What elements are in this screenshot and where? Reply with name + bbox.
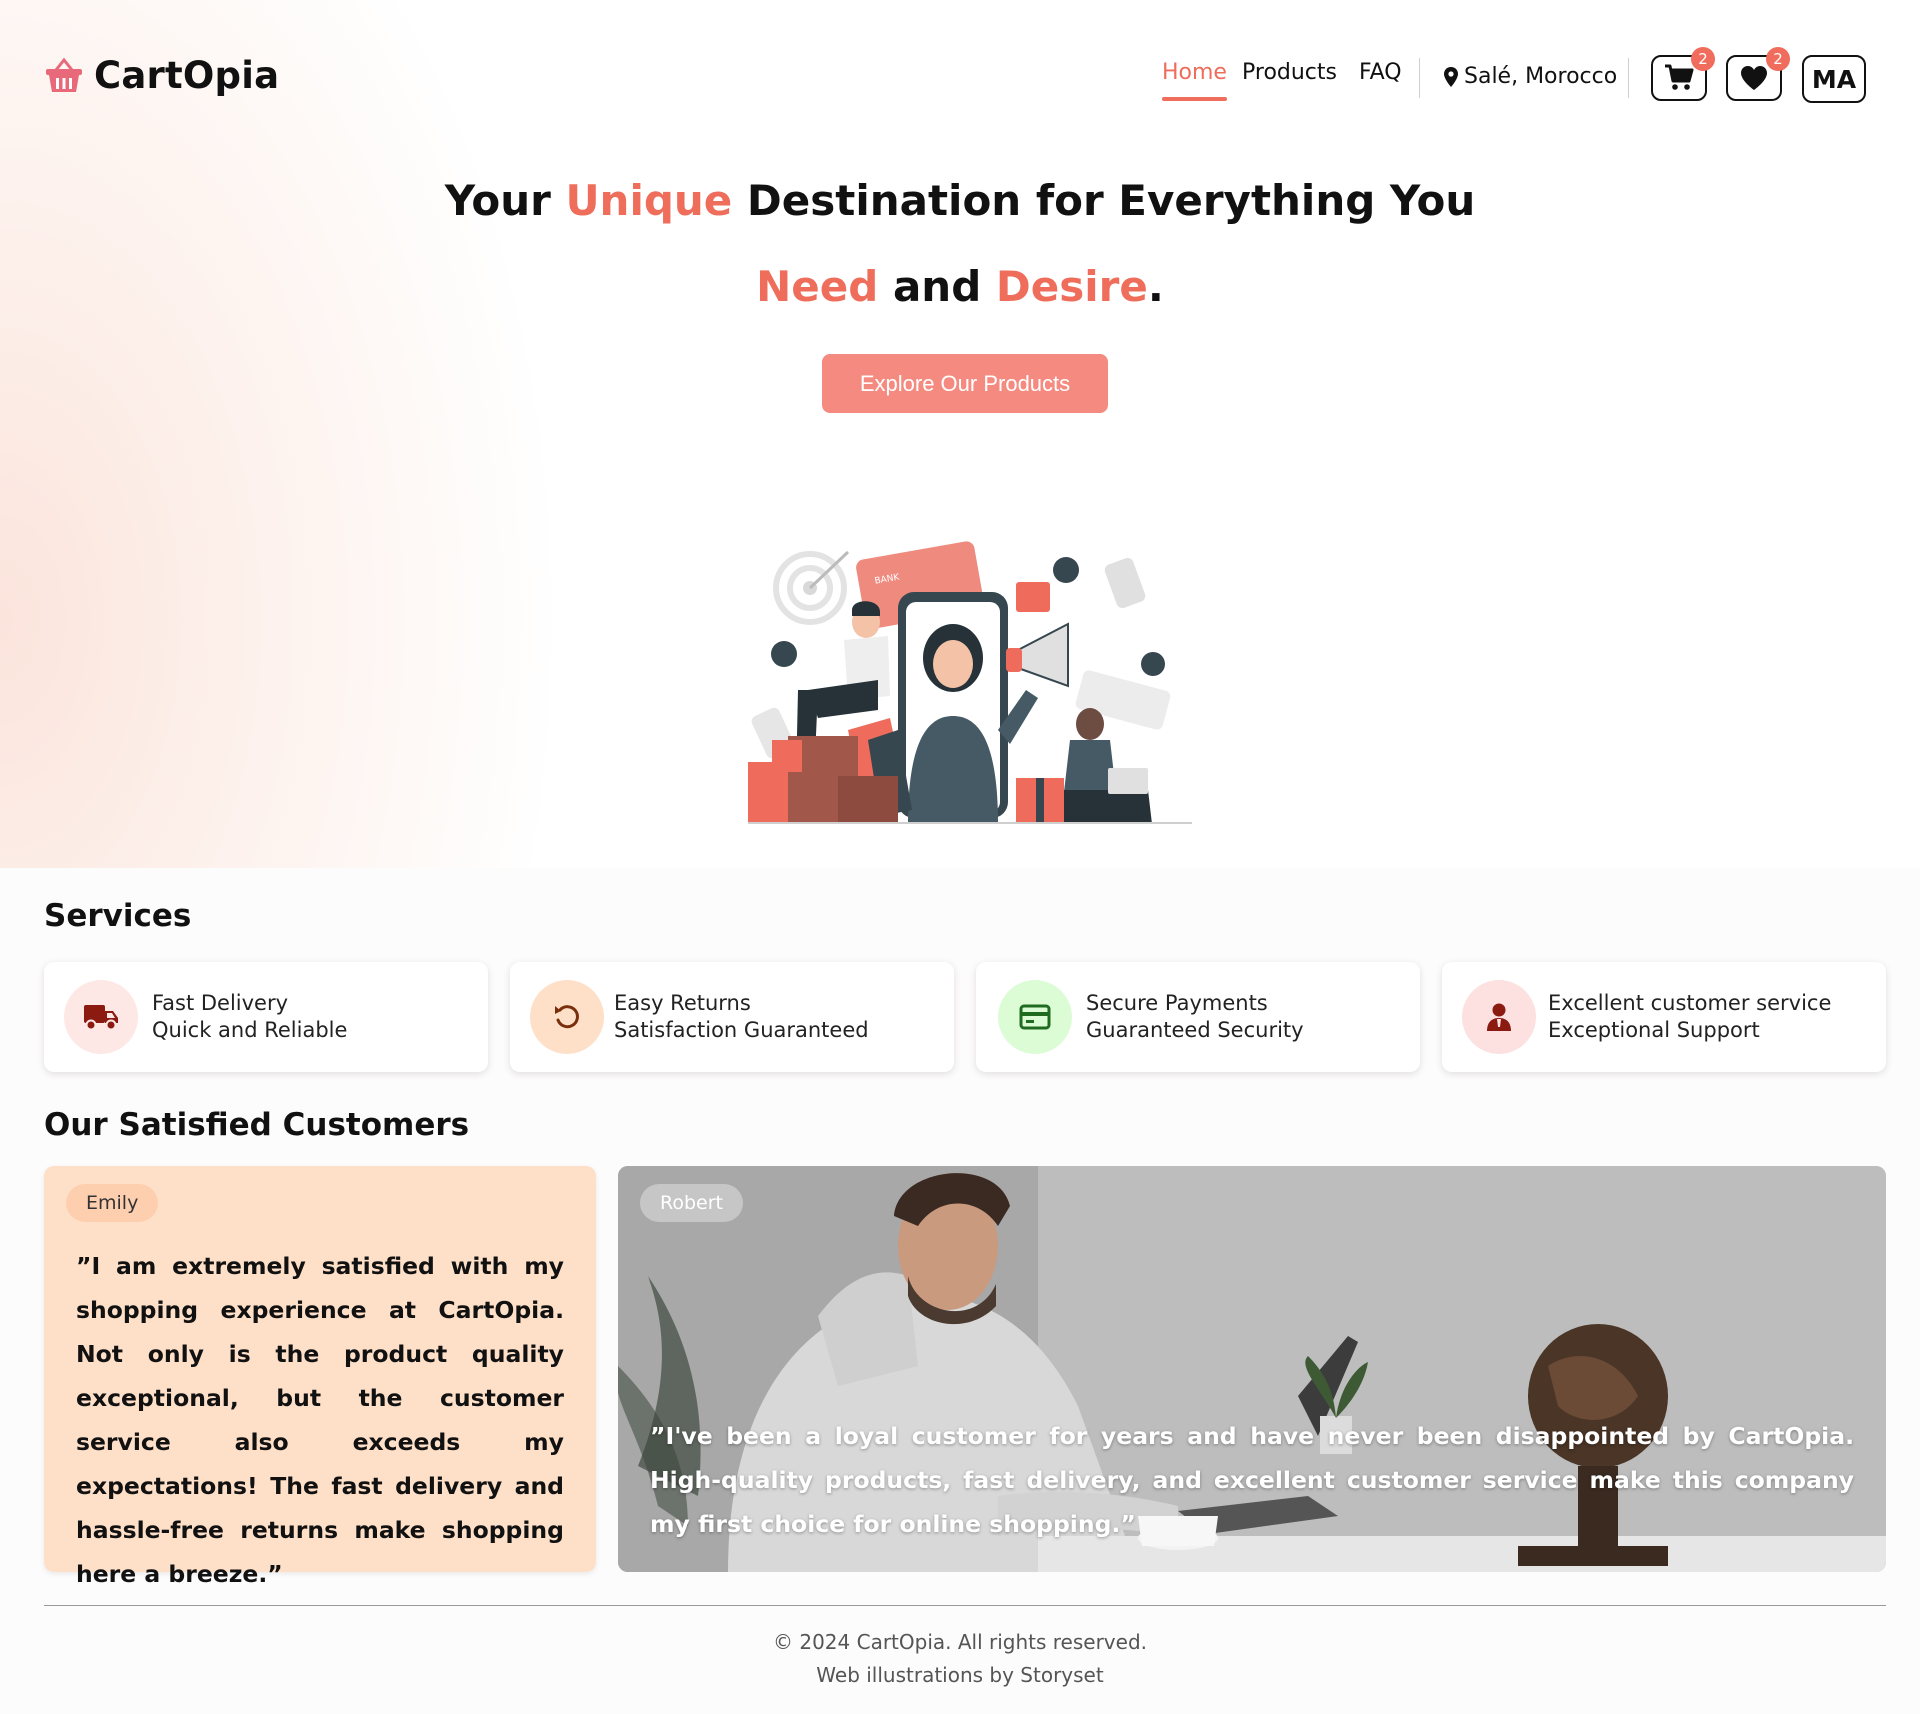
service-title: Easy Returns — [614, 991, 751, 1015]
brand-name: CartOpia — [94, 54, 280, 97]
language-button[interactable]: MA — [1802, 55, 1866, 103]
service-subtitle: Guaranteed Security — [1086, 1018, 1304, 1042]
nav-divider — [1419, 58, 1420, 98]
testimonial-quote: ”I am extremely satisfied with my shoppi… — [76, 1252, 564, 1588]
service-card-secure-payments: Secure Payments Guaranteed Security — [976, 962, 1420, 1072]
heart-icon — [1741, 66, 1767, 90]
nav-products[interactable]: Products — [1242, 60, 1337, 85]
service-subtitle: Quick and Reliable — [152, 1018, 348, 1042]
site-header: CartOpia Home Products FAQ Salé, Morocco… — [0, 0, 1920, 155]
testimonial-quote: ”I've been a loyal customer for years an… — [650, 1422, 1854, 1538]
hero-title-line-2: Need and Desire. — [756, 262, 1164, 311]
support-agent-icon — [1462, 980, 1536, 1054]
service-card-customer-service: Excellent customer service Exceptional S… — [1442, 962, 1886, 1072]
footer-copyright: © 2024 CartOpia. All rights reserved. — [772, 1630, 1147, 1654]
service-subtitle: Satisfaction Guaranteed — [614, 1018, 869, 1042]
testimonial-card-robert: Robert ”I've been a loyal customer for y… — [618, 1166, 1886, 1572]
service-title: Secure Payments — [1086, 991, 1268, 1015]
wishlist-count-badge: 2 — [1766, 47, 1790, 71]
basket-icon — [46, 57, 82, 92]
testimonials-heading: Our Satisfied Customers — [44, 1107, 470, 1143]
cart-icon — [1665, 64, 1694, 90]
logo[interactable]: CartOpia — [44, 54, 279, 97]
nav-home[interactable]: Home — [1162, 60, 1227, 101]
customer-name-pill: Emily — [66, 1184, 159, 1222]
explore-products-button[interactable]: Explore Our Products — [822, 354, 1108, 413]
truck-icon — [64, 980, 138, 1054]
return-icon — [530, 980, 604, 1054]
cart-button[interactable]: 2 — [1651, 47, 1715, 101]
testimonial-card-emily: Emily ”I am extremely satisfied with my … — [44, 1166, 596, 1588]
nav-divider — [1628, 58, 1629, 98]
location[interactable]: Salé, Morocco — [1444, 64, 1617, 89]
credit-card-icon — [998, 980, 1072, 1054]
customer-name-pill: Robert — [640, 1184, 743, 1222]
wishlist-button[interactable]: 2 — [1726, 47, 1790, 101]
service-card-easy-returns: Easy Returns Satisfaction Guaranteed — [510, 962, 954, 1072]
footer-credit[interactable]: Web illustrations by Storyset — [0, 1663, 1920, 1687]
service-card-fast-delivery: Fast Delivery Quick and Reliable — [44, 962, 488, 1072]
location-text: Salé, Morocco — [1464, 64, 1618, 89]
services-heading: Services — [44, 898, 192, 934]
shopping-illustration: BANK — [748, 541, 1192, 824]
service-subtitle: Exceptional Support — [1548, 1018, 1760, 1042]
footer-divider — [44, 1605, 1886, 1606]
cart-count-badge: 2 — [1691, 47, 1715, 71]
nav-faq[interactable]: FAQ — [1359, 60, 1402, 85]
service-title: Excellent customer service — [1548, 991, 1832, 1015]
service-title: Fast Delivery — [152, 991, 289, 1015]
hero-title-line-1: Your Unique Destination for Everything Y… — [444, 176, 1476, 225]
location-pin-icon — [1444, 66, 1458, 87]
